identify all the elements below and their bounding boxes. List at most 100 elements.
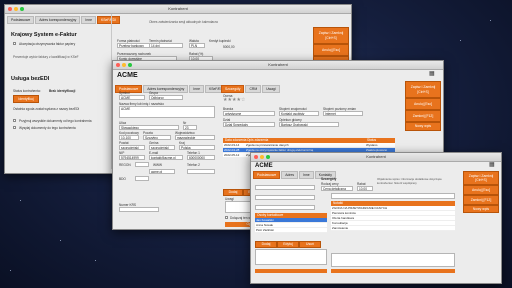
- list-item[interactable]: Oferta handlowa: [331, 216, 455, 221]
- cancel-button[interactable]: Anuluj [Esc]: [463, 185, 499, 195]
- close-dot[interactable]: [116, 63, 120, 67]
- field-gmina[interactable]: szczycieński: [149, 145, 175, 150]
- field-symbol[interactable]: ACME: [119, 95, 145, 100]
- rabat-field[interactable]: 10,00: [357, 186, 373, 191]
- attach-checkbox[interactable]: [225, 216, 228, 219]
- list-item[interactable]: Anna Nowak: [255, 223, 327, 228]
- window-title: Kontrahent: [268, 62, 288, 67]
- zoom-dot[interactable]: [20, 7, 24, 11]
- save-close-label: Zapisz i Zamknij [Ctrl+S]: [410, 85, 436, 94]
- save-close-button[interactable]: Zapisz i Zamknij [Ctrl+S]: [313, 27, 349, 44]
- new-entry-button[interactable]: Nowy wpis: [405, 122, 441, 131]
- cancel-label: Anuluj [Esc]: [472, 187, 490, 192]
- field-kraj[interactable]: Polska: [179, 145, 215, 150]
- field-woj[interactable]: mazowieckie: [175, 135, 215, 140]
- save-close-button[interactable]: Zapisz i Zamknij [Ctrl+S]: [463, 171, 499, 185]
- close-button[interactable]: Zamknij [F12]: [405, 110, 441, 122]
- left-notes-area[interactable]: [255, 249, 327, 265]
- list-item[interactable]: Piotr Zieliński: [255, 228, 327, 233]
- branza-field[interactable]: artystyczne: [223, 111, 275, 116]
- tab-szczegoly[interactable]: Szczegóły: [221, 85, 245, 93]
- edi-opt1-label: Przyjmuj wszystkie dokumenty od tego kon…: [19, 119, 92, 123]
- tab-podstawowe[interactable]: Podstawowe: [253, 171, 281, 179]
- new-entry-label: Nowy wpis: [414, 124, 432, 129]
- dzial-field[interactable]: Dział Sprzedaży: [223, 122, 275, 127]
- section-edi: Usługa bezEDI: [11, 76, 50, 82]
- minimize-dot[interactable]: [14, 7, 18, 11]
- identify-button[interactable]: Identyfikuj: [13, 95, 39, 103]
- close-dot[interactable]: [254, 155, 258, 159]
- field-email[interactable]: kontakt@acme.pl: [149, 155, 183, 160]
- cancel-button[interactable]: Anuluj [Esc]: [405, 98, 441, 110]
- edit-contact-button[interactable]: Edytuj: [277, 241, 299, 248]
- window-title: Kontrahent: [168, 6, 188, 11]
- cancel-button[interactable]: Anuluj [Esc]: [313, 44, 349, 56]
- field-krs[interactable]: [119, 207, 159, 212]
- right-bottom-area[interactable]: [331, 253, 455, 267]
- field-tel1[interactable]: 600000000: [187, 155, 215, 160]
- list-item[interactable]: Jan Kowalski: [255, 218, 327, 223]
- edi-opt2-checkbox[interactable]: [13, 126, 16, 129]
- close-button[interactable]: Zamknij [F12]: [463, 195, 499, 205]
- field-powiat[interactable]: szczycieński: [119, 145, 145, 150]
- add-contact-button[interactable]: Dodaj: [255, 241, 277, 248]
- row-desc: Zgoda na przetwarzanie danych: [246, 143, 289, 147]
- delete-contact-button[interactable]: Usuń: [299, 241, 321, 248]
- list-item[interactable]: Konsultacja: [331, 221, 455, 226]
- stopien-field[interactable]: Kontakt osobisty: [279, 111, 319, 116]
- field-termin[interactable]: 14 dni: [149, 43, 183, 48]
- minimize-dot[interactable]: [122, 63, 126, 67]
- field-nazwa[interactable]: ACME: [119, 106, 215, 118]
- new-entry-button[interactable]: Nowy wpis: [463, 205, 499, 213]
- label-regon: REGON: [119, 163, 131, 167]
- field-waluta[interactable]: PLN: [189, 43, 205, 48]
- field-nr[interactable]: 23: [183, 125, 197, 130]
- tab-adres[interactable]: Adres: [281, 171, 299, 179]
- field-www[interactable]: acme.pl: [149, 169, 175, 174]
- edi-opt1-checkbox[interactable]: [13, 119, 16, 122]
- field-poczta[interactable]: Szczytno: [143, 135, 171, 140]
- list-item[interactable]: ZGODA NA PRZETWARZANIE DANYCH: [331, 206, 455, 211]
- minimize-dot[interactable]: [260, 155, 264, 159]
- cancel-label: Anuluj [Esc]: [322, 47, 340, 52]
- field-grupa[interactable]: Odbiorcy: [149, 95, 183, 100]
- opiekun-field[interactable]: Bartosz Grabowski: [279, 122, 339, 127]
- field-ulica[interactable]: Słowackiego: [119, 125, 179, 130]
- stopien2-field[interactable]: Internet: [323, 111, 363, 116]
- left-field-a[interactable]: [255, 185, 315, 190]
- right-top-area[interactable]: [331, 193, 455, 199]
- star-icon[interactable]: ★★★★☆: [223, 97, 245, 103]
- save-close-button[interactable]: Zapisz i Zamknij [Ctrl+S]: [405, 81, 441, 98]
- tab-ksef[interactable]: KSeF/EDI: [96, 16, 121, 24]
- section-label: Szczegóły: [321, 177, 337, 181]
- field-bdo[interactable]: [135, 176, 149, 181]
- tab-podstawowe[interactable]: Podstawowe: [7, 16, 35, 24]
- tab-inne[interactable]: Inne: [299, 171, 314, 179]
- field-nip[interactable]: 5794514999: [119, 155, 145, 160]
- field-regon[interactable]: [135, 162, 149, 167]
- field-kod[interactable]: 10-100: [119, 135, 139, 140]
- tab-adres[interactable]: Adres korespondencyjny: [35, 16, 81, 24]
- ksef-checkbox-label: Akceptacja otrzymywania faktur papiery: [19, 42, 76, 46]
- rodzaj-field[interactable]: Cena detaliczna: [321, 186, 353, 191]
- zoom-dot[interactable]: [128, 63, 132, 67]
- tab-inne[interactable]: Inne: [189, 85, 204, 93]
- add-button[interactable]: Dodaj: [223, 189, 243, 196]
- tab-uwagi[interactable]: Uwagi: [262, 85, 280, 93]
- tab-inne[interactable]: Inne: [81, 16, 96, 24]
- zoom-dot[interactable]: [266, 155, 270, 159]
- row-date: 2022-05-12: [224, 153, 240, 157]
- save-close-label: Zapisz i Zamknij [Ctrl+S]: [318, 31, 344, 40]
- tab-crm[interactable]: CRM: [245, 85, 262, 93]
- close-dot[interactable]: [8, 7, 12, 11]
- titlebar: Kontrahent: [5, 5, 351, 14]
- front-window: Kontrahent ACME ▦ Podstawowe Adres Inne …: [250, 152, 502, 284]
- list-item[interactable]: Pierwsza kontrola: [331, 211, 455, 216]
- left-field-c[interactable]: [255, 205, 315, 210]
- rating-stars[interactable]: ★★★★☆: [223, 97, 245, 103]
- left-field-b[interactable]: [255, 195, 315, 200]
- field-tel2[interactable]: [187, 169, 215, 174]
- ksef-checkbox[interactable]: [13, 42, 16, 45]
- table-row[interactable]: 2022-03-14 Zgoda na przetwarzanie danych W…: [223, 143, 395, 148]
- list-item[interactable]: Zamówienie: [331, 226, 455, 231]
